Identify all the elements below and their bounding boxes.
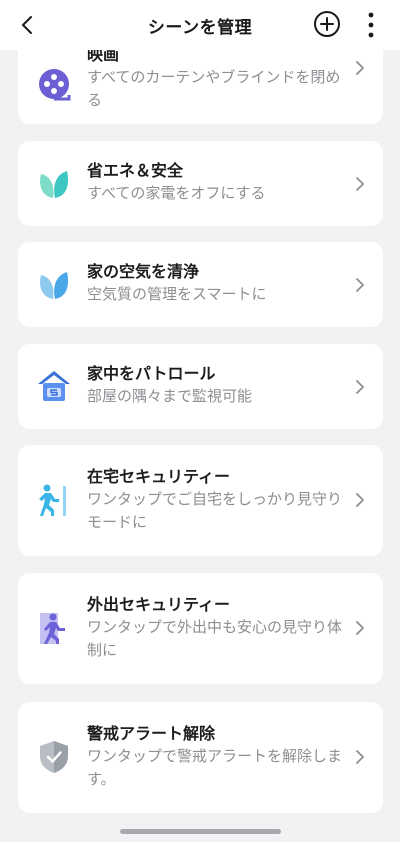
chevron-right-icon [356, 493, 364, 507]
scene-card-air-purify[interactable]: 家の空気を清浄 空気質の管理をスマートに [18, 242, 383, 327]
scene-desc: すべてのカーテンやブラインドを閉める [87, 68, 341, 109]
scene-card-energy-saving[interactable]: 省エネ＆安全 すべての家電をオフにする [18, 141, 383, 226]
person-at-home-icon [39, 484, 66, 516]
chevron-right-icon [356, 750, 364, 764]
scene-name: 警戒アラート解除 [87, 724, 216, 743]
chevron-right-icon [356, 380, 364, 394]
scene-desc: ワンタップで外出中も安心の見守り体制に [87, 618, 343, 659]
leaf-icon [40, 171, 69, 198]
scene-desc: すべての家電をオフにする [87, 184, 266, 202]
person-leaving-icon [40, 613, 65, 644]
app-header: シーンを管理 [0, 0, 400, 50]
home-indicator[interactable] [120, 829, 281, 834]
scene-name: 家中をパトロール [87, 364, 216, 383]
shield-check-icon [40, 741, 68, 773]
chevron-right-icon [356, 61, 364, 75]
chevron-right-icon [356, 177, 364, 191]
chevron-right-icon [356, 621, 364, 635]
scene-card-alert-disarm[interactable]: 警戒アラート解除 ワンタップで警戒アラートを解除します。 [18, 702, 383, 813]
scene-desc: ワンタップで警戒アラートを解除します。 [87, 747, 343, 788]
scene-desc: 空気質の管理をスマートに [87, 285, 267, 303]
scene-name: 省エネ＆安全 [87, 161, 184, 180]
page-title: シーンを管理 [147, 17, 253, 38]
house-patrol-icon [38, 371, 70, 401]
scene-card-away-security[interactable]: 外出セキュリティー ワンタップで外出中も安心の見守り体制に [18, 573, 383, 684]
scene-desc: 部屋の隅々まで監視可能 [87, 387, 253, 405]
film-reel-icon [39, 69, 71, 101]
scene-name: 在宅セキュリティー [87, 467, 231, 486]
scene-name: 外出セキュリティー [87, 595, 231, 614]
back-button[interactable] [14, 12, 40, 38]
leaf-icon [40, 272, 69, 299]
scene-name: 家の空気を清浄 [87, 262, 200, 281]
chevron-left-icon [22, 16, 32, 34]
add-scene-button[interactable] [313, 10, 341, 38]
scene-card-home-security[interactable]: 在宅セキュリティー ワンタップでご自宅をしっかり見守りモードに [18, 445, 383, 556]
more-options-button[interactable] [360, 10, 382, 40]
scene-desc: ワンタップでご自宅をしっかり見守りモードに [87, 490, 343, 531]
scene-list: 映画 すべてのカーテンやブラインドを閉める 省エネ＆安全 すべての家電をオフにす… [0, 0, 400, 842]
chevron-right-icon [356, 278, 364, 292]
scene-card-patrol[interactable]: 家中をパトロール 部屋の隅々まで監視可能 [18, 344, 383, 429]
